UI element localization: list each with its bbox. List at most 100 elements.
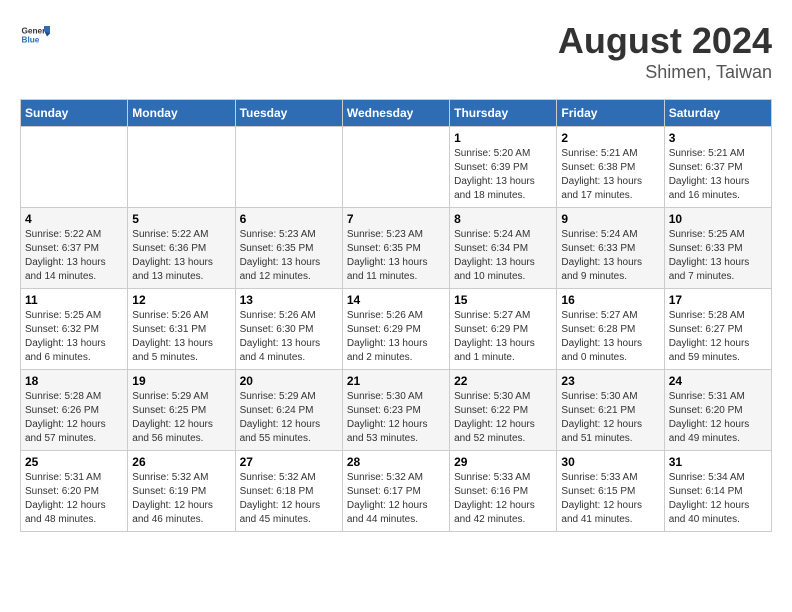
calendar-body: 1 Sunrise: 5:20 AM Sunset: 6:39 PM Daylig… bbox=[21, 127, 772, 532]
calendar-cell: 3 Sunrise: 5:21 AM Sunset: 6:37 PM Daylig… bbox=[664, 127, 771, 208]
calendar-cell: 1 Sunrise: 5:20 AM Sunset: 6:39 PM Daylig… bbox=[450, 127, 557, 208]
day-header-wednesday: Wednesday bbox=[342, 100, 449, 127]
calendar-cell: 30 Sunrise: 5:33 AM Sunset: 6:15 PM Dayli… bbox=[557, 451, 664, 532]
calendar-cell: 2Sunrise: 5:21 AM Sunset: 6:38 PM Daylig… bbox=[557, 127, 664, 208]
day-number: 22 bbox=[454, 374, 552, 388]
calendar-header-row: SundayMondayTuesdayWednesdayThursdayFrid… bbox=[21, 100, 772, 127]
calendar-cell: 8Sunrise: 5:24 AM Sunset: 6:34 PM Daylig… bbox=[450, 208, 557, 289]
calendar-cell: 28Sunrise: 5:32 AM Sunset: 6:17 PM Dayli… bbox=[342, 451, 449, 532]
calendar-cell bbox=[21, 127, 128, 208]
calendar-table: SundayMondayTuesdayWednesdayThursdayFrid… bbox=[20, 99, 772, 532]
day-info: Sunrise: 5:22 AM Sunset: 6:37 PM Dayligh… bbox=[25, 229, 106, 282]
day-number: 21 bbox=[347, 374, 445, 388]
day-info: Sunrise: 5:32 AM Sunset: 6:17 PM Dayligh… bbox=[347, 472, 428, 525]
calendar-cell: 11Sunrise: 5:25 AM Sunset: 6:32 PM Dayli… bbox=[21, 289, 128, 370]
week-row-4: 18Sunrise: 5:28 AM Sunset: 6:26 PM Dayli… bbox=[21, 370, 772, 451]
day-number: 11 bbox=[25, 293, 123, 307]
logo: General Blue bbox=[20, 20, 50, 50]
calendar-cell: 27 Sunrise: 5:32 AM Sunset: 6:18 PM Dayli… bbox=[235, 451, 342, 532]
week-row-3: 11Sunrise: 5:25 AM Sunset: 6:32 PM Dayli… bbox=[21, 289, 772, 370]
day-info: Sunrise: 5:31 AM Sunset: 6:20 PM Dayligh… bbox=[669, 391, 750, 444]
day-number: 8 bbox=[454, 212, 552, 226]
day-number: 30 bbox=[561, 455, 659, 469]
calendar-cell: 9 Sunrise: 5:24 AM Sunset: 6:33 PM Daylig… bbox=[557, 208, 664, 289]
day-info: Sunrise: 5:33 AM Sunset: 6:16 PM Dayligh… bbox=[454, 472, 535, 525]
day-info: Sunrise: 5:24 AM Sunset: 6:33 PM Dayligh… bbox=[561, 229, 642, 282]
day-number: 9 bbox=[561, 212, 659, 226]
header: General Blue August 2024 Shimen, Taiwan bbox=[20, 20, 772, 83]
day-number: 17 bbox=[669, 293, 767, 307]
calendar-cell: 23 Sunrise: 5:30 AM Sunset: 6:21 PM Dayli… bbox=[557, 370, 664, 451]
day-info: Sunrise: 5:29 AM Sunset: 6:25 PM Dayligh… bbox=[132, 391, 213, 444]
day-number: 1 bbox=[454, 131, 552, 145]
calendar-cell: 10 Sunrise: 5:25 AM Sunset: 6:33 PM Dayli… bbox=[664, 208, 771, 289]
day-header-sunday: Sunday bbox=[21, 100, 128, 127]
day-info: Sunrise: 5:30 AM Sunset: 6:23 PM Dayligh… bbox=[347, 391, 428, 444]
week-row-5: 25 Sunrise: 5:31 AM Sunset: 6:20 PM Dayli… bbox=[21, 451, 772, 532]
week-row-2: 4 Sunrise: 5:22 AM Sunset: 6:37 PM Daylig… bbox=[21, 208, 772, 289]
day-info: Sunrise: 5:21 AM Sunset: 6:37 PM Dayligh… bbox=[669, 148, 750, 201]
calendar-cell: 22 Sunrise: 5:30 AM Sunset: 6:22 PM Dayli… bbox=[450, 370, 557, 451]
day-info: Sunrise: 5:28 AM Sunset: 6:27 PM Dayligh… bbox=[669, 310, 750, 363]
day-number: 5 bbox=[132, 212, 230, 226]
calendar-cell: 29Sunrise: 5:33 AM Sunset: 6:16 PM Dayli… bbox=[450, 451, 557, 532]
logo-icon: General Blue bbox=[20, 20, 50, 50]
day-info: Sunrise: 5:22 AM Sunset: 6:36 PM Dayligh… bbox=[132, 229, 213, 282]
day-info: Sunrise: 5:20 AM Sunset: 6:39 PM Dayligh… bbox=[454, 148, 535, 201]
day-header-tuesday: Tuesday bbox=[235, 100, 342, 127]
day-header-monday: Monday bbox=[128, 100, 235, 127]
day-number: 20 bbox=[240, 374, 338, 388]
calendar-cell: 15Sunrise: 5:27 AM Sunset: 6:29 PM Dayli… bbox=[450, 289, 557, 370]
day-number: 18 bbox=[25, 374, 123, 388]
day-info: Sunrise: 5:23 AM Sunset: 6:35 PM Dayligh… bbox=[240, 229, 321, 282]
day-number: 14 bbox=[347, 293, 445, 307]
calendar-cell: 14 Sunrise: 5:26 AM Sunset: 6:29 PM Dayli… bbox=[342, 289, 449, 370]
day-number: 10 bbox=[669, 212, 767, 226]
svg-text:Blue: Blue bbox=[22, 36, 40, 45]
calendar-cell: 5 Sunrise: 5:22 AM Sunset: 6:36 PM Daylig… bbox=[128, 208, 235, 289]
day-info: Sunrise: 5:30 AM Sunset: 6:22 PM Dayligh… bbox=[454, 391, 535, 444]
calendar-cell bbox=[235, 127, 342, 208]
day-number: 15 bbox=[454, 293, 552, 307]
day-number: 23 bbox=[561, 374, 659, 388]
calendar-cell: 21 Sunrise: 5:30 AM Sunset: 6:23 PM Dayli… bbox=[342, 370, 449, 451]
day-header-saturday: Saturday bbox=[664, 100, 771, 127]
day-number: 31 bbox=[669, 455, 767, 469]
day-info: Sunrise: 5:26 AM Sunset: 6:30 PM Dayligh… bbox=[240, 310, 321, 363]
day-number: 6 bbox=[240, 212, 338, 226]
calendar-cell: 13Sunrise: 5:26 AM Sunset: 6:30 PM Dayli… bbox=[235, 289, 342, 370]
day-number: 7 bbox=[347, 212, 445, 226]
calendar-cell bbox=[128, 127, 235, 208]
calendar-cell: 7 Sunrise: 5:23 AM Sunset: 6:35 PM Daylig… bbox=[342, 208, 449, 289]
day-info: Sunrise: 5:26 AM Sunset: 6:29 PM Dayligh… bbox=[347, 310, 428, 363]
day-number: 19 bbox=[132, 374, 230, 388]
day-number: 4 bbox=[25, 212, 123, 226]
day-info: Sunrise: 5:21 AM Sunset: 6:38 PM Dayligh… bbox=[561, 148, 642, 201]
day-number: 27 bbox=[240, 455, 338, 469]
day-number: 16 bbox=[561, 293, 659, 307]
day-info: Sunrise: 5:25 AM Sunset: 6:33 PM Dayligh… bbox=[669, 229, 750, 282]
day-info: Sunrise: 5:26 AM Sunset: 6:31 PM Dayligh… bbox=[132, 310, 213, 363]
calendar-cell bbox=[342, 127, 449, 208]
day-info: Sunrise: 5:31 AM Sunset: 6:20 PM Dayligh… bbox=[25, 472, 106, 525]
calendar-cell: 31Sunrise: 5:34 AM Sunset: 6:14 PM Dayli… bbox=[664, 451, 771, 532]
calendar-cell: 12 Sunrise: 5:26 AM Sunset: 6:31 PM Dayli… bbox=[128, 289, 235, 370]
day-number: 26 bbox=[132, 455, 230, 469]
calendar-cell: 20 Sunrise: 5:29 AM Sunset: 6:24 PM Dayli… bbox=[235, 370, 342, 451]
day-header-friday: Friday bbox=[557, 100, 664, 127]
day-info: Sunrise: 5:30 AM Sunset: 6:21 PM Dayligh… bbox=[561, 391, 642, 444]
calendar-cell: 4 Sunrise: 5:22 AM Sunset: 6:37 PM Daylig… bbox=[21, 208, 128, 289]
calendar-cell: 16Sunrise: 5:27 AM Sunset: 6:28 PM Dayli… bbox=[557, 289, 664, 370]
sub-title: Shimen, Taiwan bbox=[558, 62, 772, 83]
calendar-cell: 25 Sunrise: 5:31 AM Sunset: 6:20 PM Dayli… bbox=[21, 451, 128, 532]
day-number: 25 bbox=[25, 455, 123, 469]
day-number: 3 bbox=[669, 131, 767, 145]
calendar-cell: 26Sunrise: 5:32 AM Sunset: 6:19 PM Dayli… bbox=[128, 451, 235, 532]
day-info: Sunrise: 5:33 AM Sunset: 6:15 PM Dayligh… bbox=[561, 472, 642, 525]
day-info: Sunrise: 5:32 AM Sunset: 6:18 PM Dayligh… bbox=[240, 472, 321, 525]
day-number: 12 bbox=[132, 293, 230, 307]
day-header-thursday: Thursday bbox=[450, 100, 557, 127]
day-info: Sunrise: 5:29 AM Sunset: 6:24 PM Dayligh… bbox=[240, 391, 321, 444]
day-info: Sunrise: 5:23 AM Sunset: 6:35 PM Dayligh… bbox=[347, 229, 428, 282]
calendar-cell: 24Sunrise: 5:31 AM Sunset: 6:20 PM Dayli… bbox=[664, 370, 771, 451]
